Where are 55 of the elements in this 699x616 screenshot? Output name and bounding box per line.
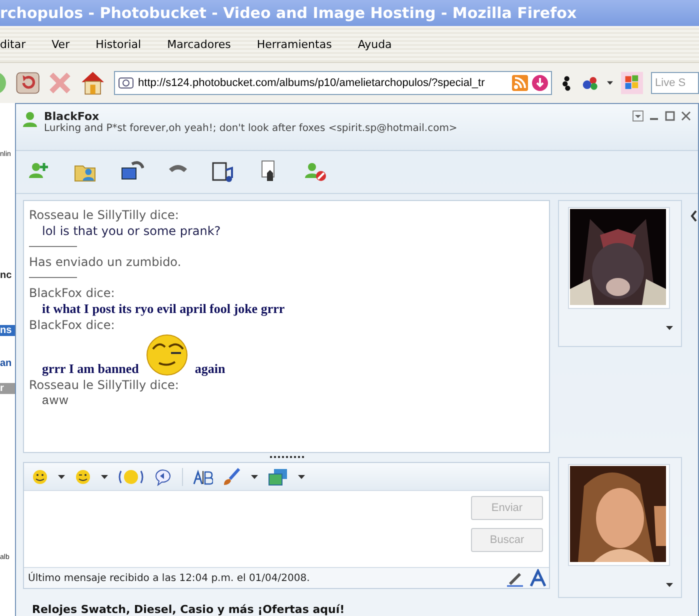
sender-line: Rosseau le SillyTilly dice: xyxy=(29,207,180,223)
menu-item[interactable]: ditar xyxy=(0,38,39,50)
caret-icon[interactable] xyxy=(101,474,108,478)
smiley-icon[interactable] xyxy=(32,468,48,484)
font-icon[interactable] xyxy=(193,468,213,484)
caret-icon[interactable] xyxy=(58,474,65,478)
menu-item[interactable]: Herramientas xyxy=(256,38,345,50)
background-icon[interactable] xyxy=(268,468,288,486)
smiley-icon xyxy=(144,333,189,377)
menu-item[interactable]: Ver xyxy=(52,38,83,50)
caret-icon[interactable] xyxy=(666,583,673,587)
notice-text: Has enviado un zumbido. xyxy=(29,254,182,270)
message-text: it what I post its ryo evil april fool joke grrr xyxy=(41,301,286,317)
menu-icon[interactable] xyxy=(632,110,644,122)
url-field[interactable]: http://s124.photobucket.com/albums/p10/amelietarchopulos/?special_tr xyxy=(114,71,552,95)
caret-icon[interactable] xyxy=(606,81,613,85)
ad-text[interactable]: Relojes Swatch, Diesel, Casio y más ¡Ofertas aquí! xyxy=(23,589,550,616)
message-text: aww xyxy=(41,393,70,407)
windows-flag-icon[interactable] xyxy=(620,70,644,96)
close-icon[interactable] xyxy=(680,110,692,122)
message-text: again xyxy=(194,361,226,377)
sender-line: Rosseau le SillyTilly dice: xyxy=(29,377,180,393)
contact-icon xyxy=(22,110,40,128)
caret-icon[interactable] xyxy=(298,474,305,478)
message-text: lol is that you or some prank? xyxy=(41,223,222,239)
resize-grip-icon xyxy=(270,456,304,459)
media-icon[interactable] xyxy=(212,160,236,184)
caret-icon[interactable] xyxy=(666,326,673,330)
text-style-icon[interactable] xyxy=(527,569,549,587)
nudge-icon[interactable] xyxy=(118,468,144,486)
page-fragment: an xyxy=(0,358,13,369)
status-text: Último mensaje recibido a las 12:04 p.m. el 01/04/2008. xyxy=(27,572,311,584)
voice-clip-icon[interactable] xyxy=(154,468,172,486)
page-fragment: ns xyxy=(0,325,15,336)
rss-icon xyxy=(512,75,528,91)
contact-status: Lurking and P*st forever,oh yeah!; don't look after foxes <spirit.sp@hotmail.com> xyxy=(44,123,458,134)
caret-icon[interactable] xyxy=(251,474,258,478)
page-fragment: nc xyxy=(0,270,13,281)
block-contact-icon[interactable] xyxy=(304,161,328,183)
wink-icon[interactable] xyxy=(75,468,91,484)
window-title: rchopulos - Photobucket - Video and Image Hosting - Mozilla Firefox xyxy=(0,0,699,26)
download-icon xyxy=(532,75,548,91)
contact-name: BlackFox xyxy=(44,110,100,123)
paintbrush-icon[interactable] xyxy=(223,468,241,486)
menu-item[interactable]: Historial xyxy=(96,38,154,50)
search-field[interactable]: Live S xyxy=(651,72,699,94)
menu-item[interactable]: Marcadores xyxy=(167,38,244,50)
message-text: grrr I am banned xyxy=(42,361,139,377)
sender-line: BlackFox dice: xyxy=(29,285,116,301)
sender-line: BlackFox dice: xyxy=(29,317,116,333)
balls-icon[interactable] xyxy=(582,74,599,92)
page-icon xyxy=(118,76,134,90)
page-fragment: r xyxy=(0,383,15,394)
menu-item[interactable]: Ayuda xyxy=(358,38,405,50)
maximize-icon[interactable] xyxy=(664,110,676,122)
